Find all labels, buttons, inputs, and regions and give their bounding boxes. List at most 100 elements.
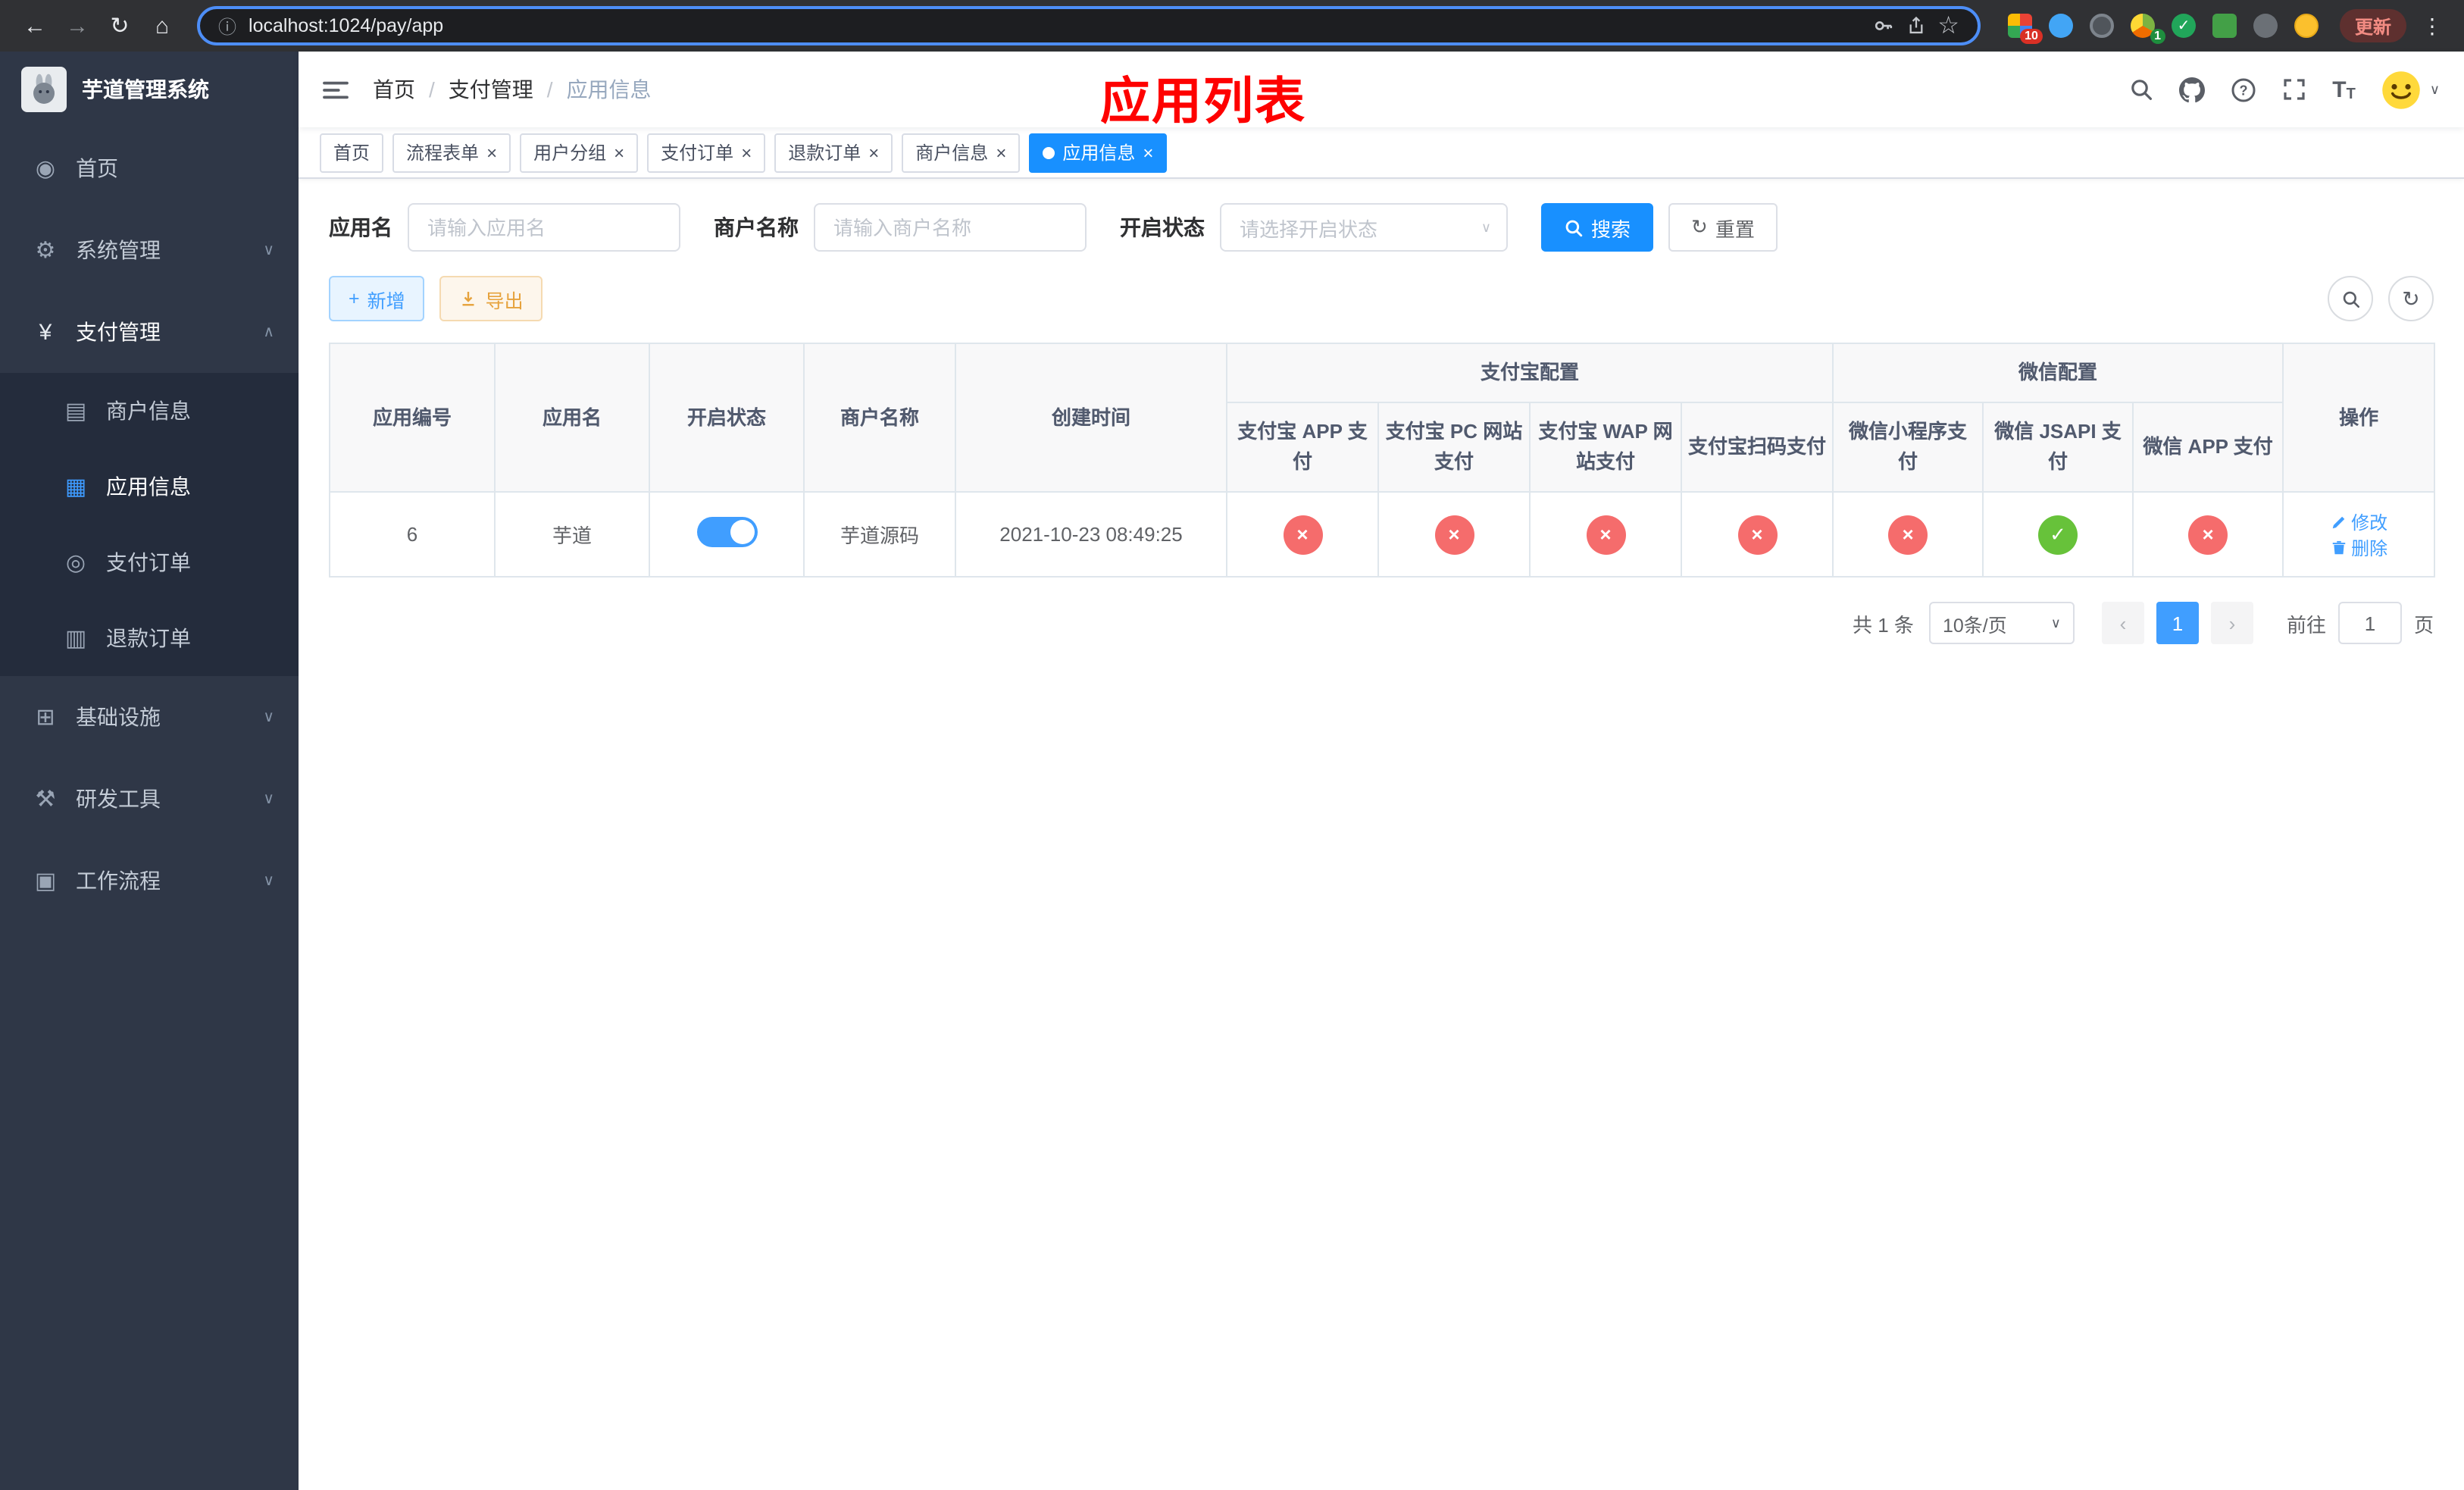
grid-icon: ▦ [64,474,87,500]
browser-reload-button[interactable]: ↻ [100,6,139,45]
tab-user-group[interactable]: 用户分组 × [520,133,639,172]
page-size-select[interactable]: 10条/页 ∨ [1928,602,2075,644]
sidebar-item-merchant-info[interactable]: ▤ 商户信息 [0,373,299,449]
url-text[interactable]: localhost:1024/pay/app [249,15,1860,36]
extension-icon-avatar[interactable]: 1 [2130,14,2165,44]
sidebar-item-refund-orders[interactable]: ▥ 退款订单 [0,600,299,676]
breadcrumb-home[interactable]: 首页 [373,74,415,105]
breadcrumb-payment[interactable]: 支付管理 [449,74,533,105]
col-wechat-mini: 微信小程序支付 [1832,402,1984,493]
workflow-icon: ▣ [34,869,57,894]
yen-icon: ¥ [39,319,52,345]
tab-merchant-info[interactable]: 商户信息 × [902,133,1021,172]
col-status: 开启状态 [649,343,805,493]
browser-forward-button[interactable]: → [58,6,97,45]
sidebar-item-label: 基础设施 [76,705,161,729]
sidebar-item-home[interactable]: ◉ 首页 [0,127,299,209]
browser-update-button[interactable]: 更新 [2339,9,2406,42]
sidebar-item-payment-orders[interactable]: ◎ 支付订单 [0,524,299,600]
hamburger-icon[interactable] [323,78,349,101]
browser-menu-icon[interactable]: ⋮ [2416,13,2449,39]
status-label: 开启状态 [1120,215,1205,239]
extension-icon-emoji[interactable] [2294,14,2319,38]
extension-badge: 1 [2150,29,2165,44]
toggle-search-button[interactable] [2328,276,2373,321]
tab-process-form[interactable]: 流程表单 × [392,133,511,172]
goto-page-input[interactable] [2337,602,2402,644]
extension-icon-dark-circle[interactable] [2089,14,2114,38]
col-app-id: 应用编号 [329,343,496,493]
tab-refund-orders[interactable]: 退款订单 × [774,133,893,172]
cell-merchant: 芋道源码 [803,491,956,578]
font-size-icon[interactable]: TT [2332,77,2356,102]
app-logo-row[interactable]: 芋道管理系统 [0,52,299,127]
key-icon[interactable] [1872,15,1893,36]
col-wechat-jsapi: 微信 JSAPI 支付 [1982,402,2134,493]
tab-app-info[interactable]: 应用信息 × [1029,133,1168,172]
close-icon[interactable]: × [486,143,497,161]
extension-icon-green-check[interactable]: ✓ [2171,14,2196,38]
close-icon[interactable]: × [741,143,752,161]
wechat-mini-status-icon: × [1888,515,1928,554]
tab-bar: 首页 流程表单 × 用户分组 × 支付订单 × 退款订单 × 商户信息 × 应用… [299,127,2464,179]
wechat-jsapi-status-icon: ✓ [2038,515,2078,554]
close-icon[interactable]: × [614,143,624,161]
address-bar[interactable]: ⓘ localhost:1024/pay/app ☆ [197,6,1981,45]
close-icon[interactable]: × [868,143,879,161]
total-count: 共 1 条 [1853,613,1914,636]
browser-back-button[interactable]: ← [15,6,55,45]
refresh-icon: ↻ [2402,286,2420,310]
bookmark-star-icon[interactable]: ☆ [1937,11,1959,41]
enabled-toggle[interactable] [696,517,757,547]
search-icon[interactable] [2129,77,2153,102]
fullscreen-icon[interactable] [2282,77,2306,102]
share-icon[interactable] [1906,15,1925,36]
merchant-name-input[interactable] [814,203,1087,252]
reset-button[interactable]: ↻ 重置 [1668,203,1778,252]
sidebar-item-workflow[interactable]: ▣ 工作流程 ∨ [0,840,299,922]
close-icon[interactable]: × [996,143,1006,161]
app-table: 应用编号 应用名 开启状态 商户名称 创建时间 支付宝配置 微信配置 操作 支付… [329,343,2436,578]
extension-icon-blue[interactable] [2048,14,2073,38]
chevron-down-icon: ∨ [2429,81,2440,96]
github-icon[interactable] [2179,77,2206,102]
tab-home[interactable]: 首页 [320,133,384,172]
col-merchant: 商户名称 [803,343,956,493]
payment-submenu: ▤ 商户信息 ▦ 应用信息 ◎ 支付订单 ▥ 退款订单 [0,373,299,676]
extension-badge: 10 [2020,29,2043,44]
goto-suffix: 页 [2413,613,2434,636]
sidebar-item-dev-tools[interactable]: ⚒ 研发工具 ∨ [0,758,299,840]
chevron-down-icon: ∨ [2050,615,2061,630]
sidebar-item-label: 退款订单 [106,626,191,650]
site-info-icon[interactable]: ⓘ [218,13,236,39]
next-page-button[interactable]: › [2210,602,2253,644]
delete-button[interactable]: 删除 [2330,534,2387,560]
search-button[interactable]: 搜索 [1541,203,1654,252]
sidebar-item-label: 研发工具 [76,787,161,811]
export-button[interactable]: 导出 [439,276,543,321]
browser-home-button[interactable]: ⌂ [142,6,182,45]
add-button[interactable]: + 新增 [329,276,425,321]
page-content: 应用名 商户名称 开启状态 请选择开启状态 ∨ [299,179,2464,1490]
app-name-input[interactable] [408,203,680,252]
user-avatar[interactable]: ∨ [2381,69,2440,110]
sidebar-item-system-management[interactable]: ⚙ 系统管理 ∨ [0,209,299,291]
sidebar-item-payment-management[interactable]: ¥ 支付管理 ∧ [0,291,299,373]
help-icon[interactable]: ? [2231,77,2256,102]
close-icon[interactable]: × [1143,143,1153,161]
extension-icon-grid[interactable]: 10 [2007,14,2043,44]
col-app-name: 应用名 [494,343,650,493]
chevron-down-icon: ∨ [263,709,274,725]
sidebar-item-infrastructure[interactable]: ⊞ 基础设施 ∨ [0,676,299,758]
tab-payment-orders[interactable]: 支付订单 × [647,133,766,172]
page-1-button[interactable]: 1 [2156,602,2199,644]
edit-button[interactable]: 修改 [2330,509,2387,534]
prev-page-button[interactable]: ‹ [2101,602,2144,644]
tools-icon: ⚒ [35,787,56,812]
status-select[interactable]: 请选择开启状态 ∨ [1220,203,1508,252]
extension-icon-pin[interactable] [2253,14,2278,38]
sidebar-item-app-info[interactable]: ▦ 应用信息 [0,449,299,524]
alipay-wap-status-icon: × [1586,515,1625,554]
refresh-table-button[interactable]: ↻ [2388,276,2434,321]
extension-icon-green-square[interactable] [2212,14,2237,38]
